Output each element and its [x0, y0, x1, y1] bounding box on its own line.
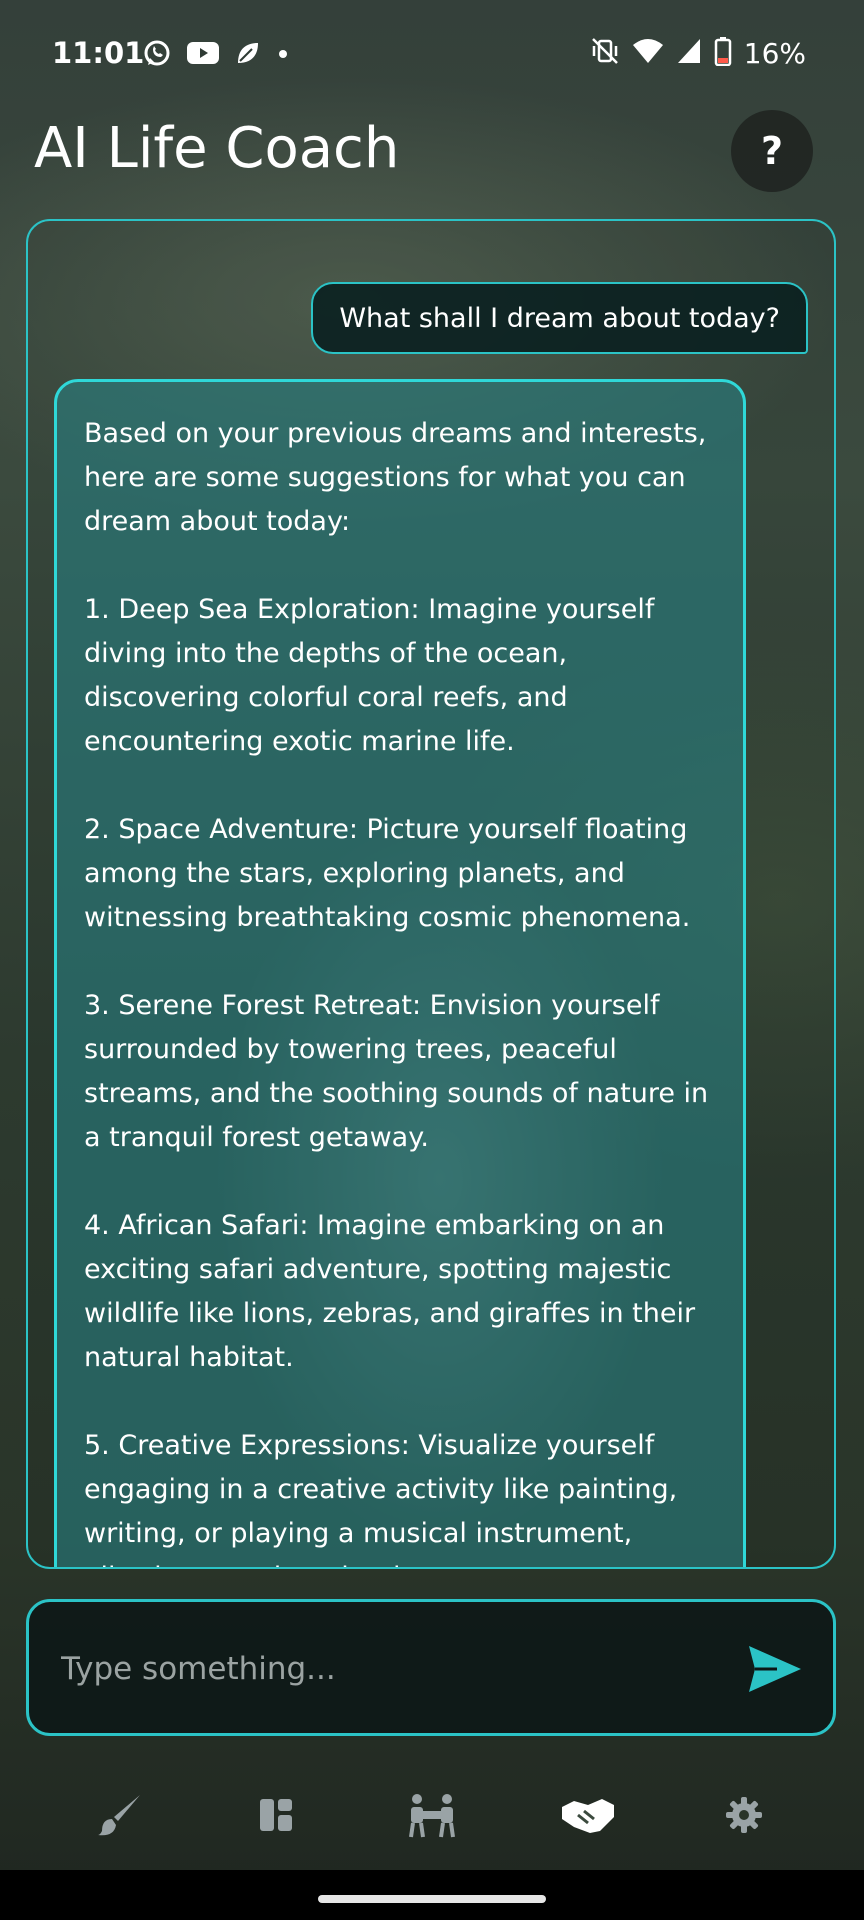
vibrate-off-icon: [590, 36, 620, 70]
send-icon: [749, 1646, 801, 1692]
people-icon: [409, 1794, 455, 1838]
nav-brush[interactable]: [90, 1785, 150, 1845]
send-button[interactable]: [747, 1644, 803, 1694]
dot-icon: [276, 46, 290, 65]
message-input-bar: [26, 1599, 836, 1736]
status-time: 11:01: [52, 36, 145, 70]
whatsapp-icon: [142, 38, 172, 72]
leaf-icon: [234, 39, 262, 71]
status-bar: 11:01 16%: [0, 0, 864, 110]
dashboard-icon: [260, 1799, 292, 1831]
home-gesture-handle[interactable]: [318, 1895, 546, 1903]
nav-settings[interactable]: [714, 1785, 774, 1845]
system-icons: 16%: [590, 36, 806, 70]
notification-icons: [142, 38, 290, 72]
nav-dashboard[interactable]: [246, 1785, 306, 1845]
youtube-icon: [186, 40, 220, 70]
handshake-icon: [562, 1799, 614, 1833]
nav-people[interactable]: [402, 1785, 462, 1845]
page-title: AI Life Coach: [34, 116, 400, 181]
ai-message-bubble: Based on your previous dreams and intere…: [54, 379, 746, 1567]
battery-low-icon: [714, 36, 732, 70]
gear-icon: [726, 1797, 762, 1833]
wifi-icon: [632, 37, 664, 69]
nav-handshake[interactable]: [558, 1785, 618, 1845]
chat-panel[interactable]: What shall I dream about today? Based on…: [26, 219, 836, 1569]
brush-icon: [98, 1795, 140, 1836]
help-button[interactable]: ?: [731, 110, 813, 192]
help-label: ?: [760, 129, 784, 173]
message-input[interactable]: [59, 1640, 703, 1698]
user-message-text: What shall I dream about today?: [339, 302, 780, 334]
user-message-bubble: What shall I dream about today?: [311, 282, 808, 354]
battery-percentage: 16%: [743, 36, 806, 70]
gesture-bar: [0, 1870, 864, 1920]
signal-icon: [676, 37, 702, 69]
bottom-navigation: [0, 1760, 864, 1870]
